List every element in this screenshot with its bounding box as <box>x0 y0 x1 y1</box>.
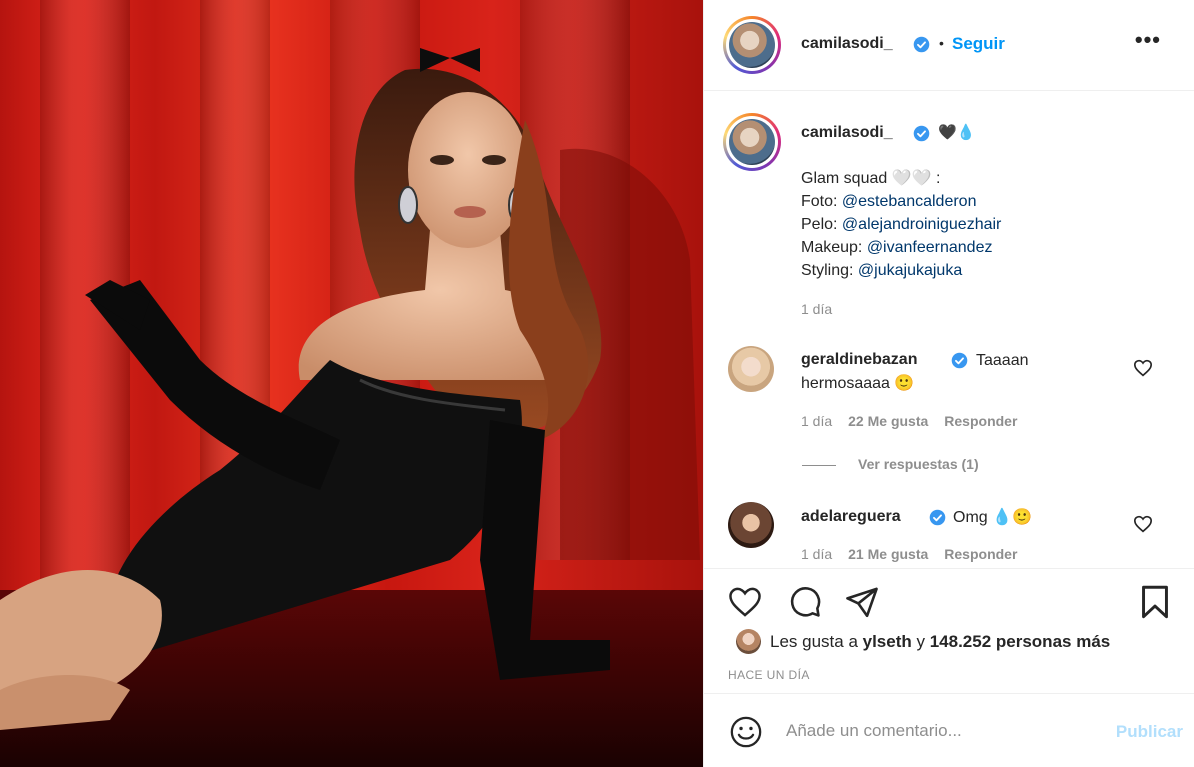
caption-avatar[interactable] <box>723 113 781 171</box>
caption-label-styling: Styling: <box>801 262 858 279</box>
post-timestamp[interactable]: HACE UN DÍA <box>728 668 810 682</box>
comment-reply-button[interactable]: Responder <box>944 413 1017 429</box>
post-photo[interactable] <box>0 0 703 767</box>
comment-username-adelareguera[interactable]: adelareguera <box>801 508 901 526</box>
likes-count[interactable]: 148.252 personas más <box>930 632 1111 651</box>
share-send-icon[interactable] <box>844 586 880 618</box>
mention-link-alejandroiniguezhair[interactable]: @alejandroiniguezhair <box>842 216 1001 233</box>
author-avatar[interactable] <box>723 16 781 74</box>
header-separator: • <box>939 35 944 51</box>
add-comment-input[interactable] <box>786 716 1086 746</box>
comment-likes-count[interactable]: 22 Me gusta <box>848 413 928 429</box>
caption-username[interactable]: camilasodi_ <box>801 124 893 142</box>
caption-emoji: 🖤💧 <box>938 124 976 141</box>
mention-link-ivanfeernandez[interactable]: @ivanfeernandez <box>867 239 993 256</box>
likes-middle: y <box>911 632 930 651</box>
save-bookmark-icon[interactable] <box>1138 584 1172 620</box>
caption-line-glam: Glam squad 🤍🤍 : <box>801 170 941 187</box>
caption-avatar-image <box>729 119 775 165</box>
view-replies-label: Ver respuestas (1) <box>858 456 979 472</box>
comment-text-adelareguera: Omg 💧🙂 <box>953 509 1032 526</box>
instagram-post: camilasodi_ • Seguir ••• camilasodi_ 🖤💧 … <box>0 0 1194 767</box>
comment-time[interactable]: 1 día <box>801 546 832 562</box>
comment-like-heart-icon[interactable] <box>1133 515 1153 533</box>
caption-label-foto: Foto: <box>801 193 842 210</box>
caption-timestamp[interactable]: 1 día <box>801 301 832 317</box>
caption-line-styling: Styling: @jukajukajuka <box>801 259 1001 282</box>
publish-button[interactable]: Publicar <box>1116 722 1183 742</box>
add-comment-bar: Publicar <box>704 693 1194 767</box>
comment-meta-geraldinebazan: 1 día 22 Me gusta Responder <box>801 413 1017 429</box>
likes-summary[interactable]: Les gusta a ylseth y 148.252 personas má… <box>770 632 1110 652</box>
comment-reply-button[interactable]: Responder <box>944 546 1017 562</box>
comment-avatar-geraldinebazan[interactable] <box>728 346 774 392</box>
verified-badge-icon <box>913 125 930 142</box>
post-header: camilasodi_ • Seguir ••• <box>704 0 1194 91</box>
caption-line-pelo: Pelo: @alejandroiniguezhair <box>801 213 1001 236</box>
author-username[interactable]: camilasodi_ <box>801 35 893 53</box>
liker-avatar[interactable] <box>736 629 761 654</box>
verified-badge-icon <box>913 36 930 53</box>
caption-body: Glam squad 🤍🤍 : Foto: @estebancalderon P… <box>801 167 1001 282</box>
like-heart-icon[interactable] <box>727 586 763 618</box>
caption-label-pelo: Pelo: <box>801 216 842 233</box>
emoji-smiley-icon[interactable] <box>728 715 764 749</box>
likes-prefix: Les gusta a <box>770 632 863 651</box>
caption-line-foto: Foto: @estebancalderon <box>801 190 1001 213</box>
more-options-icon[interactable]: ••• <box>1135 29 1161 51</box>
comment-bubble-icon[interactable] <box>787 585 823 619</box>
post-photo-illustration <box>0 0 703 767</box>
comment-avatar-adelareguera[interactable] <box>728 502 774 548</box>
mention-link-estebancalderon[interactable]: @estebancalderon <box>842 193 977 210</box>
comment-meta-adelareguera: 1 día 21 Me gusta Responder <box>801 546 1017 562</box>
view-replies-button[interactable]: Ver respuestas (1) <box>802 456 979 472</box>
replies-divider <box>802 464 836 466</box>
caption-line-makeup: Makeup: @ivanfeernandez <box>801 236 1001 259</box>
comment-text-geraldinebazan-line2: hermosaaaa 🙂 <box>801 375 915 392</box>
post-actions-bar: Les gusta a ylseth y 148.252 personas má… <box>704 568 1194 693</box>
post-side-panel: camilasodi_ • Seguir ••• camilasodi_ 🖤💧 … <box>703 0 1194 767</box>
follow-button[interactable]: Seguir <box>952 34 1005 54</box>
author-avatar-image <box>729 22 775 68</box>
likes-user[interactable]: ylseth <box>863 632 912 651</box>
comment-username-geraldinebazan[interactable]: geraldinebazan <box>801 351 917 369</box>
mention-link-jukajukajuka[interactable]: @jukajukajuka <box>858 262 962 279</box>
comment-like-heart-icon[interactable] <box>1133 359 1153 377</box>
comment-text-geraldinebazan-line1: Taaaan <box>976 352 1029 369</box>
comment-likes-count[interactable]: 21 Me gusta <box>848 546 928 562</box>
verified-badge-icon <box>929 509 946 526</box>
comment-time[interactable]: 1 día <box>801 413 832 429</box>
caption-label-makeup: Makeup: <box>801 239 867 256</box>
verified-badge-icon <box>951 352 968 369</box>
